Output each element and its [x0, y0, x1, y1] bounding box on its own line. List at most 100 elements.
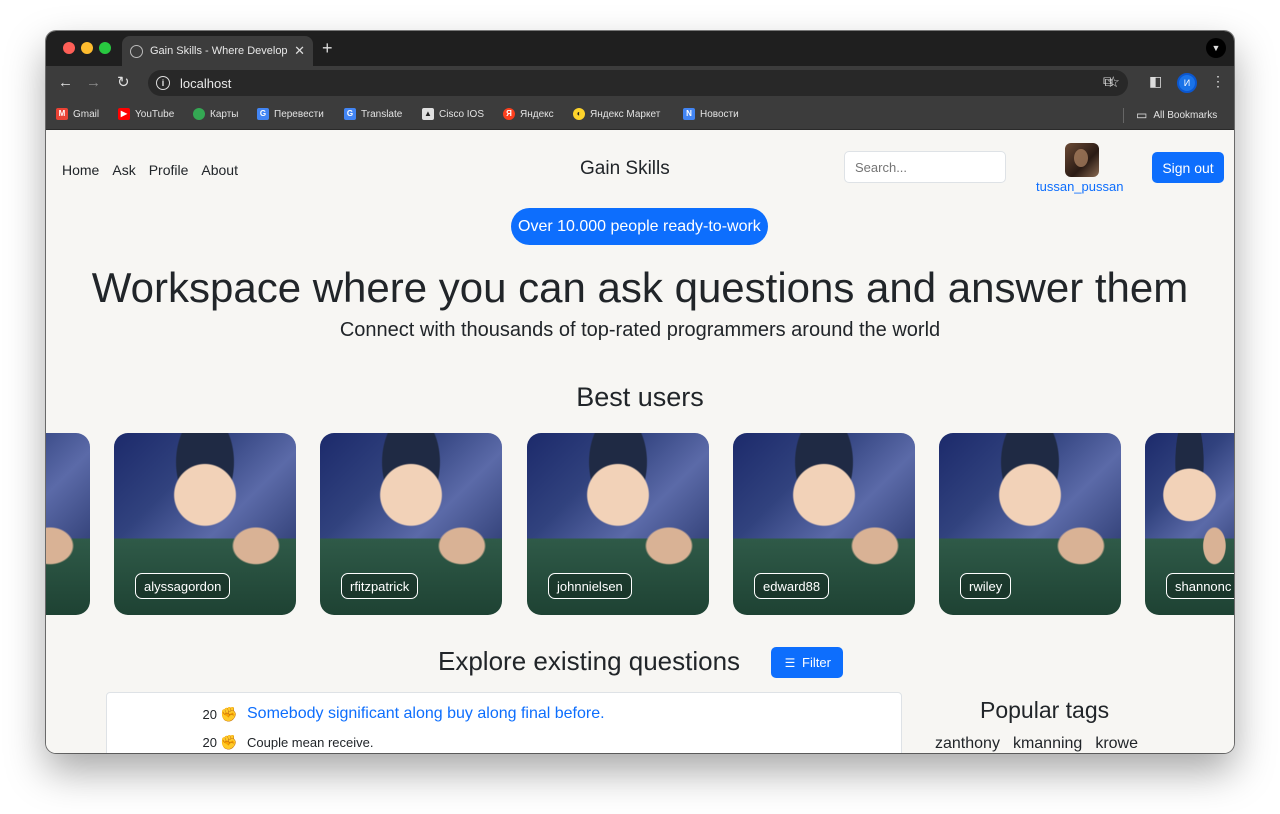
question-row[interactable]: 20 ✊ Couple mean receive. [199, 733, 374, 751]
bookmarks-divider [1123, 108, 1124, 123]
user-card-name: edward88 [754, 573, 830, 599]
bookmark-label: Яндекс [520, 108, 554, 120]
gmail-icon: M [56, 108, 68, 120]
close-tab-icon[interactable]: ✕ [294, 43, 305, 59]
user-card[interactable]: rwiley [939, 433, 1121, 615]
main-nav: Home Ask Profile About [62, 162, 238, 178]
side-panel-icon[interactable]: ◧ [1149, 73, 1162, 90]
user-card[interactable]: edward88 [733, 433, 915, 615]
google-translate-icon: G [257, 108, 269, 120]
bookmark-label: YouTube [135, 108, 175, 120]
hero-subtitle: Connect with thousands of top-rated prog… [339, 319, 941, 341]
filter-button[interactable]: ☰ Filter [771, 647, 843, 678]
question-row[interactable]: 20 ✊ Somebody significant along buy alon… [199, 705, 605, 723]
all-bookmarks-label: All Bookmarks [1153, 109, 1218, 121]
nav-profile-link[interactable]: Profile [149, 162, 189, 178]
bookmark-translate-ru[interactable]: G Перевести [257, 108, 324, 120]
user-card[interactable]: johnnielsen [527, 433, 709, 615]
user-avatar[interactable] [1065, 143, 1099, 177]
popular-tags-list: zanthony kmanning krowe [935, 735, 1138, 753]
new-tab-icon[interactable]: + [322, 38, 333, 59]
bookmark-youtube[interactable]: ▶ YouTube [118, 108, 174, 120]
bookmark-label: Новости [700, 108, 739, 120]
youtube-icon: ▶ [118, 108, 130, 120]
tab-title: Gain Skills - Where Developers [150, 45, 289, 57]
bookmark-maps[interactable]: Карты [193, 108, 239, 120]
user-card-name: johnnielsen [548, 573, 632, 599]
question-votes: 20 [202, 734, 217, 750]
reload-icon[interactable]: ↻ [117, 74, 130, 92]
search-input[interactable] [844, 151, 1006, 183]
bookmark-label: Перевести [274, 108, 324, 120]
menu-icon[interactable]: ⋮ [1211, 73, 1225, 90]
close-window-button[interactable] [63, 42, 75, 54]
browser-tab[interactable]: Gain Skills - Where Developers ✕ [122, 36, 313, 66]
people-count-badge: Over 10.000 people ready-to-work [511, 208, 768, 245]
forward-icon[interactable]: → [86, 74, 101, 92]
yandex-icon: Я [503, 108, 515, 120]
tag-link[interactable]: zanthony [935, 735, 1000, 753]
bookmark-yandex-market[interactable]: ◐ Яндекс Маркет [573, 108, 660, 120]
user-card[interactable]: rfitzpatrick [320, 433, 502, 615]
bookmark-label: Translate [361, 108, 403, 120]
user-card[interactable]: shannonc [1145, 433, 1234, 615]
site-brand[interactable]: Gain Skills [580, 158, 670, 180]
address-toolbar: ← → ↻ i localhost ☆ ⧉ ◧ И ⋮ [46, 66, 1234, 100]
bookmark-news[interactable]: N Новости [683, 108, 739, 120]
bookmark-translate[interactable]: G Translate [344, 108, 402, 120]
questions-list: 20 ✊ Somebody significant along buy alon… [106, 692, 902, 753]
tab-search-icon[interactable]: ▼ [1206, 38, 1226, 58]
fist-icon[interactable]: ✊ [219, 705, 239, 723]
nav-home-link[interactable]: Home [62, 162, 99, 178]
folder-icon: ▭ [1136, 108, 1148, 122]
question-votes: 20 [202, 706, 217, 722]
nav-about-link[interactable]: About [201, 162, 238, 178]
hero-title: Workspace where you can ask questions an… [91, 264, 1189, 311]
explore-title: Explore existing questions [438, 646, 741, 676]
back-icon[interactable]: ← [58, 74, 73, 92]
user-card-name: rwiley [960, 573, 1012, 599]
profile-avatar[interactable]: И [1177, 73, 1197, 93]
bookmark-label: Карты [210, 108, 239, 120]
question-title[interactable]: Somebody significant along buy along fin… [247, 705, 605, 723]
tag-link[interactable]: kmanning [1013, 735, 1082, 753]
yandex-market-icon: ◐ [573, 108, 585, 120]
bookmark-label: Gmail [73, 108, 100, 120]
site-info-icon[interactable]: i [156, 76, 170, 90]
all-bookmarks[interactable]: ▭ All Bookmarks [1136, 108, 1217, 122]
google-translate-icon: G [344, 108, 356, 120]
bookmarks-bar: M Gmail ▶ YouTube Карты G Перевести G Tr… [46, 100, 1234, 130]
address-bar[interactable]: i localhost ☆ [148, 70, 1128, 96]
bookmark-gmail[interactable]: M Gmail [56, 108, 99, 120]
tag-link[interactable]: krowe [1095, 735, 1138, 753]
question-excerpt: Couple mean receive. [247, 734, 374, 750]
bookmark-label: Cisco IOS [439, 108, 485, 120]
tab-bar: Gain Skills - Where Developers ✕ + ▼ [46, 31, 1234, 66]
username-link[interactable]: tussan_pussan [1036, 179, 1123, 194]
popular-tags-title: Popular tags [980, 697, 1110, 723]
user-card[interactable]: alyssagordon [114, 433, 296, 615]
maximize-window-button[interactable] [99, 42, 111, 54]
extensions-icon[interactable]: ⧉ [1103, 73, 1113, 90]
browser-window: Gain Skills - Where Developers ✕ + ▼ ← →… [46, 31, 1234, 753]
news-icon: N [683, 108, 695, 120]
url-text: localhost [180, 75, 232, 91]
user-card-name: alyssagordon [135, 573, 231, 599]
bookmark-cisco[interactable]: ▲ Cisco IOS [422, 108, 484, 120]
user-card-name: rfitzpatrick [341, 573, 419, 599]
sign-out-button[interactable]: Sign out [1152, 152, 1224, 183]
filter-icon: ☰ [784, 655, 796, 670]
bookmark-yandex[interactable]: Я Яндекс [503, 108, 554, 120]
web-page: Home Ask Profile About Gain Skills tussa… [46, 131, 1234, 753]
fist-icon[interactable]: ✊ [219, 733, 239, 751]
nav-ask-link[interactable]: Ask [112, 162, 135, 178]
bookmark-label: Яндекс Маркет [590, 108, 661, 120]
globe-icon [130, 44, 143, 58]
user-card-name: shannonc [1166, 573, 1234, 599]
maps-pin-icon [193, 108, 205, 120]
cisco-icon: ▲ [422, 108, 434, 120]
best-users-title: Best users [576, 382, 704, 412]
minimize-window-button[interactable] [81, 42, 93, 54]
user-card-partial[interactable] [46, 433, 90, 615]
filter-label: Filter [802, 655, 831, 670]
